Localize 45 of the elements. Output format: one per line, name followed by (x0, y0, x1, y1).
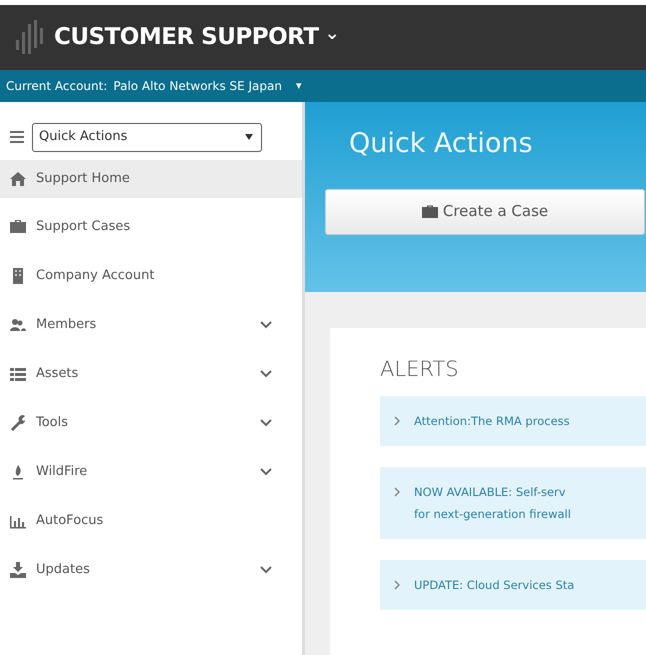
sidebar-item[interactable]: WildFire (0, 455, 302, 489)
account-label: Current Account: (6, 78, 108, 95)
alert-text[interactable]: NOW AVAILABLE: Self-serv (414, 480, 571, 502)
sidebar-item[interactable]: Members (0, 308, 302, 342)
sidebar-item[interactable]: Support Cases (0, 210, 302, 244)
alert-text[interactable]: for next-generation firewall (414, 502, 571, 524)
chevron-down-icon[interactable] (260, 468, 272, 476)
dropdown-caret[interactable]: ⌄ (324, 24, 340, 42)
sidebar-item[interactable]: Support Home (0, 160, 302, 198)
alert-row[interactable]: UPDATE: Cloud Services Sta (380, 560, 646, 610)
alerts-heading: ALERTS (380, 356, 460, 383)
download-icon (10, 562, 26, 578)
chevron-down-icon[interactable] (260, 566, 272, 574)
sidebar-item[interactable]: AutoFocus (0, 504, 302, 538)
alert-row[interactable]: Attention:The RMA process (380, 396, 646, 446)
chevron-down-icon[interactable] (260, 321, 272, 329)
menu-icon[interactable] (10, 131, 24, 143)
flame-icon (10, 464, 26, 480)
dropdown-caret[interactable]: ▾ (296, 78, 302, 94)
users-icon (10, 317, 26, 333)
bar-chart-icon (10, 513, 26, 529)
chevron-right-icon (394, 486, 400, 496)
briefcase-icon (422, 205, 438, 218)
quick-actions-select[interactable]: Quick Actions (32, 122, 262, 152)
building-icon (10, 268, 26, 284)
sidebar-item[interactable]: Updates (0, 553, 302, 587)
alert-text[interactable]: UPDATE: Cloud Services Sta (414, 574, 574, 596)
sidebar-item[interactable]: Company Account (0, 259, 302, 293)
account-name[interactable]: Palo Alto Networks SE Japan (113, 77, 282, 95)
section-title: Quick Actions (349, 127, 534, 161)
chevron-right-icon (394, 580, 400, 590)
chevron-down-icon[interactable] (260, 419, 272, 427)
create-case-button[interactable]: Create a Case (325, 188, 645, 234)
caret-icon (245, 134, 253, 140)
sidebar-item[interactable]: Assets (0, 357, 302, 391)
chevron-down-icon[interactable] (260, 370, 272, 378)
briefcase-icon (10, 219, 26, 235)
chevron-right-icon (394, 416, 400, 426)
wrench-icon (10, 415, 26, 431)
alert-text[interactable]: Attention:The RMA process (414, 410, 570, 432)
sidebar-item[interactable]: Tools (0, 406, 302, 440)
list-icon (10, 366, 26, 382)
app-title[interactable]: CUSTOMER SUPPORT (54, 20, 319, 55)
house-icon (10, 171, 26, 187)
alert-row[interactable]: NOW AVAILABLE: Self-serv for next-generation firewall (380, 466, 646, 538)
